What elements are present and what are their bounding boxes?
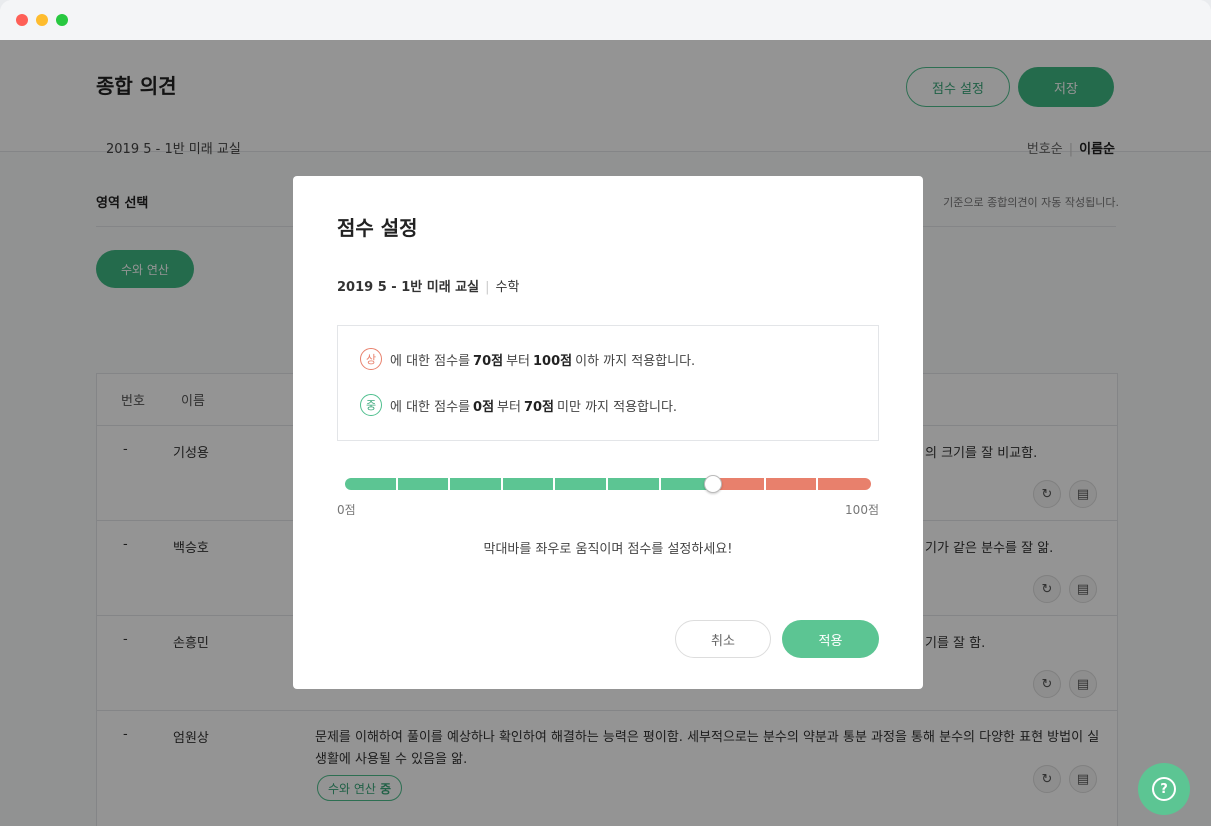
dialog-subject: 수학 [495, 280, 520, 295]
question-icon: ? [1152, 777, 1176, 801]
dialog-class-name: 2019 5 - 1반 미래 교실 [337, 280, 480, 295]
slider-segment [345, 478, 398, 490]
close-window-button[interactable] [16, 14, 28, 26]
score-slider-handle[interactable] [704, 475, 723, 493]
subtitle-separator: | [485, 280, 490, 295]
dialog-title: 점수 설정 [337, 216, 418, 240]
slider-min-label: 0점 [337, 503, 356, 517]
slider-segment [765, 478, 819, 490]
rule-from: 70점 [473, 353, 504, 369]
app-window: 종합 의견 점수 설정 저장 2019 5 - 1반 미래 교실 번호순 | 이름순… [0, 0, 1211, 826]
rule-suffix: 이하 까지 적용합니다. [575, 353, 696, 369]
rule-to: 70점 [523, 399, 555, 415]
level-mid-badge: 중 [360, 394, 382, 416]
rule-mid: 부터 [497, 399, 521, 415]
title-bar [0, 0, 1211, 40]
slider-segment [555, 478, 608, 490]
slider-segment [450, 478, 503, 490]
rule-prefix: 에 대한 점수를 [390, 399, 471, 415]
rule-mid: 중 에 대한 점수를 0점 부터 70점 미만 까지 적용합니다. [360, 394, 677, 416]
slider-hint: 막대바를 좌우로 움직이며 점수를 설정하세요! [483, 542, 733, 557]
dialog-subtitle: 2019 5 - 1반 미래 교실 | 수학 [337, 276, 519, 295]
apply-button[interactable]: 적용 [782, 620, 879, 658]
slider-segment [397, 478, 451, 490]
cancel-button[interactable]: 취소 [675, 620, 771, 658]
slider-max-label: 100점 [845, 503, 879, 517]
rule-mid: 부터 [506, 353, 531, 369]
score-setting-dialog: 점수 설정 2019 5 - 1반 미래 교실 | 수학 상 에 대한 점수를 70… [293, 176, 923, 689]
slider-segment [818, 478, 871, 490]
zoom-window-button[interactable] [56, 14, 68, 26]
rule-high: 상 에 대한 점수를 70점 부터 100점 이하 까지 적용합니다. [360, 348, 695, 370]
slider-segment [607, 478, 661, 490]
rule-prefix: 에 대한 점수를 [390, 353, 471, 369]
rule-suffix: 미만 까지 적용합니다. [557, 399, 678, 415]
help-button[interactable]: ? [1138, 763, 1190, 815]
rule-from: 0점 [473, 399, 495, 415]
score-slider-track[interactable] [345, 478, 871, 490]
level-high-badge: 상 [360, 348, 382, 370]
minimize-window-button[interactable] [36, 14, 48, 26]
slider-segment [502, 478, 556, 490]
rule-to: 100점 [533, 353, 573, 369]
score-rules-box: 상 에 대한 점수를 70점 부터 100점 이하 까지 적용합니다. 중 에 … [337, 325, 879, 441]
